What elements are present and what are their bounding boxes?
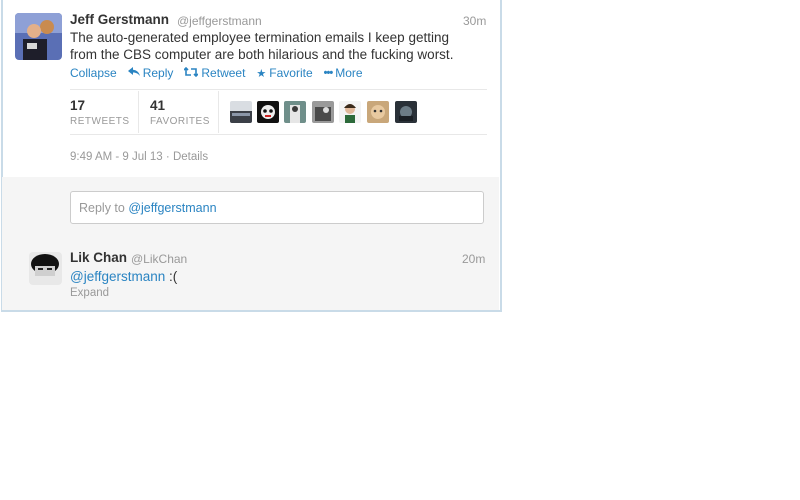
favoriter-avatar[interactable] [339, 101, 361, 123]
reply-arrow-icon [127, 66, 140, 80]
reply-placeholder-prefix: Reply to [79, 201, 129, 215]
retweet-button[interactable]: Retweet [183, 66, 246, 80]
star-icon: ★ [256, 67, 267, 80]
divider [218, 91, 219, 133]
retweets-label[interactable]: RETWEETS [70, 116, 130, 127]
retweet-label: Retweet [201, 66, 246, 80]
divider [70, 89, 487, 90]
favorites-label[interactable]: FAVORITES [150, 116, 210, 127]
more-label: More [335, 66, 363, 80]
avatar[interactable] [29, 252, 62, 285]
tweet-text: The auto-generated employee termination … [70, 29, 480, 63]
favorite-label: Favorite [269, 66, 313, 80]
tweet-timestamp: 9:49 AM - 9 Jul 13 · Details [70, 151, 208, 163]
reply-button[interactable]: Reply [127, 66, 174, 80]
divider [138, 91, 139, 133]
reply-text: @jeffgerstmann :( [70, 268, 480, 285]
expand-link[interactable]: Expand [70, 287, 109, 299]
favoriter-avatar[interactable] [284, 101, 306, 123]
favoriter-avatar[interactable] [312, 101, 334, 123]
reply-author-handle[interactable]: @LikChan [131, 252, 187, 266]
reply-section: Reply to @jeffgerstmann Lik Chan @LikCha… [2, 177, 499, 310]
favoriter-avatar[interactable] [367, 101, 389, 123]
author-handle[interactable]: @jeffgerstmann [177, 14, 262, 28]
divider [70, 134, 487, 135]
reply-input[interactable]: Reply to @jeffgerstmann [70, 191, 484, 224]
dots-icon: ••• [323, 67, 334, 79]
reply-time[interactable]: 20m [462, 252, 485, 266]
collapse-label: Collapse [70, 66, 117, 80]
favorites-count[interactable]: 41 [150, 98, 165, 113]
tweet-actions: Collapse Reply Retweet ★ Favorite ••• Mo… [70, 66, 374, 80]
tweet-time[interactable]: 30m [463, 14, 486, 28]
details-separator: · [165, 151, 170, 163]
avatar[interactable] [15, 13, 62, 60]
author-name[interactable]: Jeff Gerstmann [70, 12, 169, 27]
retweets-count[interactable]: 17 [70, 98, 85, 113]
reply-mention[interactable]: @jeffgerstmann [70, 269, 165, 284]
favoriter-avatar[interactable] [257, 101, 279, 123]
reply-author-name[interactable]: Lik Chan [70, 250, 127, 265]
retweet-icon [183, 66, 199, 80]
timestamp-text[interactable]: 9:49 AM - 9 Jul 13 [70, 151, 163, 163]
reply-label: Reply [142, 66, 174, 80]
details-link[interactable]: Details [173, 151, 208, 163]
reply-placeholder-handle: @jeffgerstmann [128, 201, 217, 215]
more-button[interactable]: ••• More [324, 66, 363, 80]
favorite-button[interactable]: ★ Favorite [256, 66, 312, 80]
tweet-text-line: The auto-generated employee termination … [70, 30, 449, 45]
tweet-text-line: from the CBS computer are both hilarious… [70, 47, 454, 62]
reply-text-rest: :( [165, 269, 178, 284]
favoriter-avatar[interactable] [230, 101, 252, 123]
collapse-link[interactable]: Collapse [70, 66, 117, 80]
favoriter-avatar[interactable] [395, 101, 417, 123]
